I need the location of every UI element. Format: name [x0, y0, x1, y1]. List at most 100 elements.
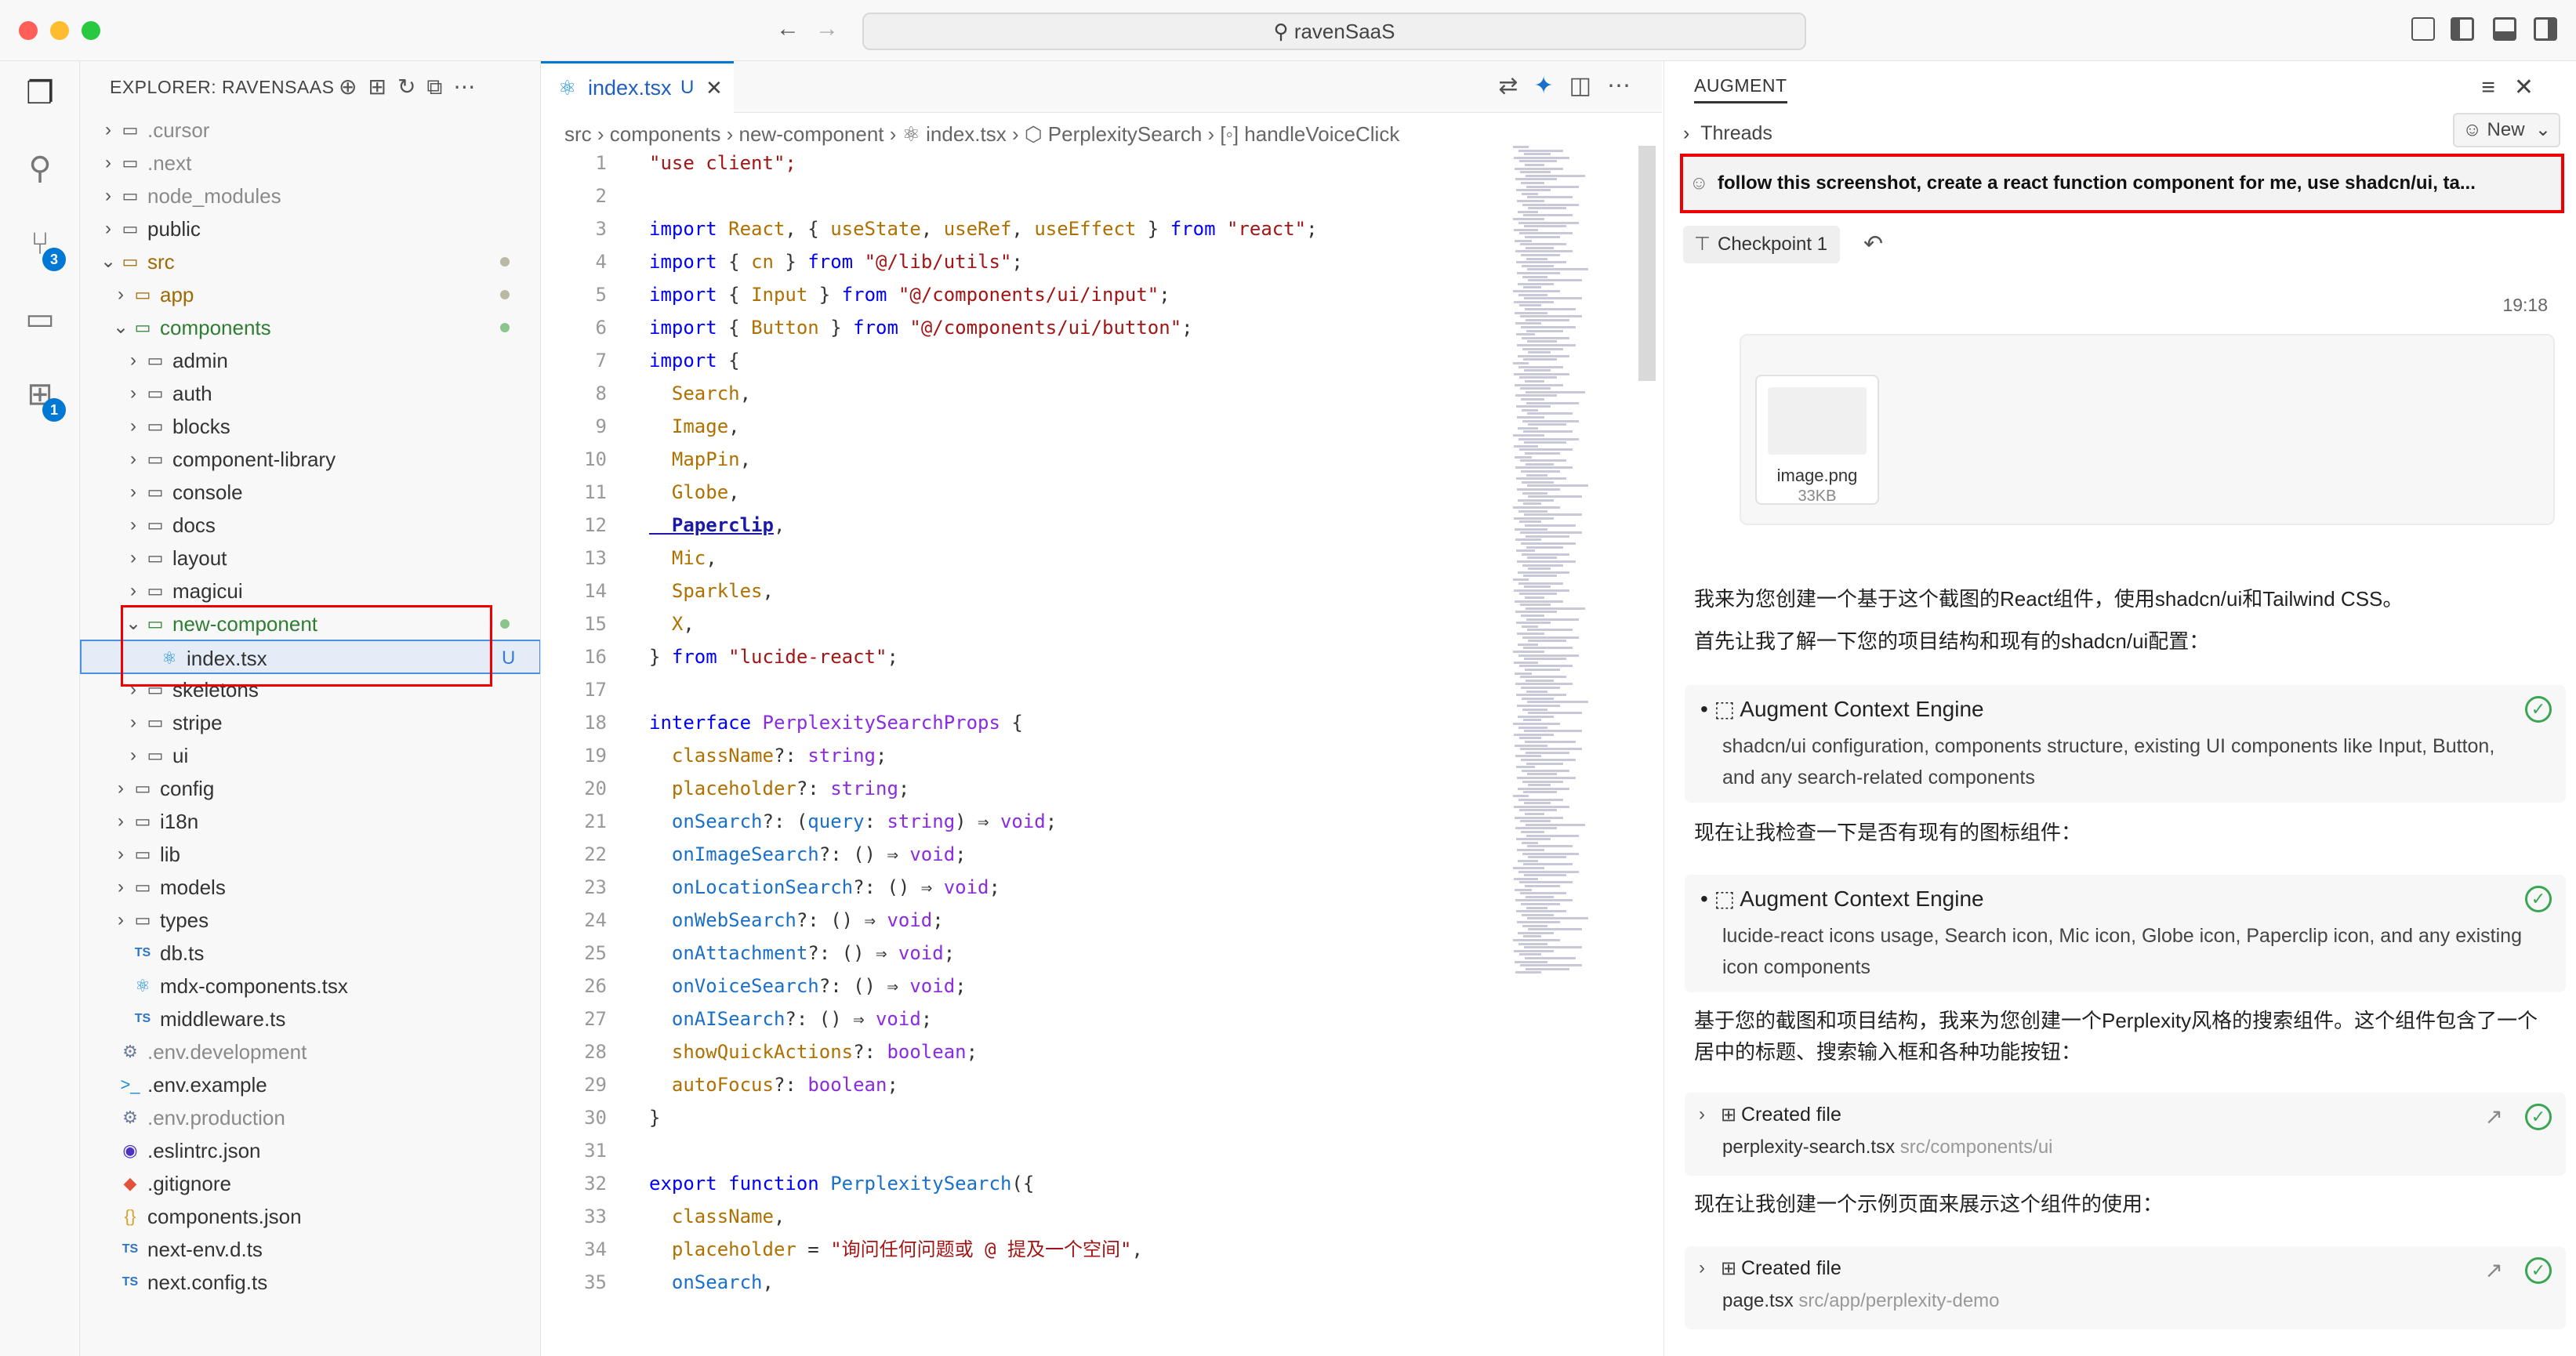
tree-item[interactable]: › ▭ stripe: [80, 705, 540, 740]
toggle-panel-icon[interactable]: [2493, 17, 2516, 41]
chevron-right-icon[interactable]: ›: [113, 870, 129, 905]
compare-icon[interactable]: ⇄: [1498, 73, 1533, 99]
created-file-name[interactable]: page.tsx src/app/perplexity-demo: [1722, 1290, 2000, 1312]
back-arrow-icon[interactable]: ←: [776, 16, 800, 42]
search-icon[interactable]: ⚲: [20, 149, 60, 188]
chevron-down-icon[interactable]: ⌄: [125, 607, 141, 641]
tree-item[interactable]: >_ .env.example: [80, 1068, 540, 1102]
tree-item[interactable]: TS db.ts: [80, 936, 540, 970]
tree-item[interactable]: ⌄ ▭ new-component: [80, 607, 540, 641]
forward-arrow-icon[interactable]: →: [815, 16, 839, 42]
chevron-right-icon[interactable]: ›: [125, 343, 141, 378]
tree-item[interactable]: › ▭ models: [80, 870, 540, 905]
chevron-right-icon[interactable]: ›: [100, 113, 116, 147]
chevron-right-icon[interactable]: ›: [125, 475, 141, 509]
more-icon[interactable]: ⋯: [453, 74, 486, 99]
close-icon[interactable]: ✕: [2514, 74, 2552, 100]
tree-item[interactable]: ◉ .eslintrc.json: [80, 1133, 540, 1168]
chevron-right-icon[interactable]: ›: [113, 837, 129, 872]
chevron-right-icon[interactable]: ›: [125, 409, 141, 444]
tree-item[interactable]: › ▭ i18n: [80, 804, 540, 839]
chevron-right-icon[interactable]: ›: [125, 705, 141, 740]
tree-item[interactable]: ⚛ mdx-components.tsx: [80, 969, 540, 1003]
tree-item[interactable]: › ▭ console: [80, 475, 540, 509]
chevron-right-icon[interactable]: ›: [1699, 1104, 1705, 1126]
new-thread-button[interactable]: ☺ New ⌄: [2453, 113, 2560, 147]
tree-item[interactable]: › ▭ .next: [80, 146, 540, 180]
tree-item[interactable]: ◆ .gitignore: [80, 1166, 540, 1201]
tree-item[interactable]: TS next-env.d.ts: [80, 1232, 540, 1267]
chevron-right-icon[interactable]: ›: [125, 442, 141, 477]
tree-item[interactable]: › ▭ docs: [80, 508, 540, 542]
chevron-right-icon[interactable]: ›: [125, 541, 141, 575]
tree-item[interactable]: › ▭ .cursor: [80, 113, 540, 147]
chevron-right-icon[interactable]: ›: [113, 277, 129, 312]
layout-icon[interactable]: [2411, 17, 2435, 41]
chevron-down-icon[interactable]: ⌄: [113, 310, 129, 345]
chevron-down-icon[interactable]: ⌄: [2525, 119, 2551, 140]
chevron-right-icon[interactable]: ›: [113, 903, 129, 937]
toggle-sidebar-icon[interactable]: [2451, 17, 2474, 41]
toggle-secondary-sidebar-icon[interactable]: [2534, 17, 2557, 41]
chevron-right-icon[interactable]: ›: [125, 376, 141, 411]
collapse-all-icon[interactable]: ⧉: [426, 74, 453, 99]
tree-item[interactable]: TS next.config.ts: [80, 1265, 540, 1300]
chevron-down-icon[interactable]: ⌄: [100, 245, 116, 279]
augment-icon[interactable]: ✦: [1534, 73, 1569, 99]
chevron-right-icon[interactable]: ›: [100, 146, 116, 180]
checkpoint-button[interactable]: ⊤ Checkpoint 1: [1683, 226, 1841, 263]
chevron-right-icon[interactable]: ›: [125, 508, 141, 542]
chevron-right-icon[interactable]: ›: [1699, 1257, 1705, 1279]
tree-item[interactable]: › ▭ lib: [80, 837, 540, 872]
more-icon[interactable]: ⋯: [1607, 73, 1646, 99]
new-file-icon[interactable]: ⊕: [339, 74, 368, 99]
chevron-right-icon[interactable]: ›: [125, 738, 141, 773]
minimap[interactable]: [1513, 146, 1638, 1008]
close-window-button[interactable]: [19, 21, 38, 40]
tree-item[interactable]: ⚙ .env.production: [80, 1100, 540, 1135]
close-icon[interactable]: ✕: [706, 63, 723, 112]
tool-call-card[interactable]: • ⬚ Augment Context Engine shadcn/ui con…: [1685, 685, 2566, 803]
tool-call-card[interactable]: • ⬚ Augment Context Engine lucide-react …: [1685, 875, 2566, 992]
tree-item[interactable]: › ▭ auth: [80, 376, 540, 411]
tree-item[interactable]: › ▭ magicui: [80, 574, 540, 608]
minimize-window-button[interactable]: [50, 21, 69, 40]
tree-item[interactable]: ⚙ .env.development: [80, 1035, 540, 1069]
created-file-card[interactable]: › ⊞ Created file perplexity-search.tsx s…: [1685, 1093, 2566, 1176]
chevron-right-icon[interactable]: ›: [113, 804, 129, 839]
new-folder-icon[interactable]: ⊞: [368, 74, 397, 99]
chevron-right-icon[interactable]: ›: [125, 673, 141, 707]
tree-item[interactable]: {} components.json: [80, 1199, 540, 1234]
created-file-name[interactable]: perplexity-search.tsx src/components/ui: [1722, 1137, 2053, 1158]
chevron-right-icon[interactable]: ›: [125, 574, 141, 608]
tree-item[interactable]: › ▭ node_modules: [80, 179, 540, 213]
tree-item[interactable]: TS middleware.ts: [80, 1002, 540, 1036]
explorer-icon[interactable]: ❐: [20, 74, 60, 113]
created-file-card[interactable]: › ⊞ Created file page.tsx src/app/perple…: [1685, 1246, 2566, 1329]
command-center-search[interactable]: ⚲ ravenSaaS: [862, 13, 1806, 50]
threads-toggle[interactable]: › Threads: [1683, 118, 1772, 149]
tab-index-tsx[interactable]: ⚛ index.tsx U ✕: [541, 61, 734, 113]
undo-icon[interactable]: ↶: [1863, 226, 1883, 263]
menu-icon[interactable]: ≡: [2481, 74, 2514, 100]
maximize-window-button[interactable]: [82, 21, 100, 40]
tree-item[interactable]: › ▭ config: [80, 771, 540, 806]
editor-scrollbar[interactable]: [1638, 146, 1656, 381]
tree-item[interactable]: › ▭ app: [80, 277, 540, 312]
tree-item[interactable]: › ▭ component-library: [80, 442, 540, 477]
tree-item[interactable]: › ▭ blocks: [80, 409, 540, 444]
chevron-right-icon[interactable]: ›: [100, 179, 116, 213]
tree-item[interactable]: ⌄ ▭ components: [80, 310, 540, 345]
tree-item[interactable]: › ▭ layout: [80, 541, 540, 575]
tree-item[interactable]: › ▭ admin: [80, 343, 540, 378]
open-external-icon[interactable]: ↗: [2485, 1104, 2503, 1129]
chevron-right-icon[interactable]: ›: [100, 212, 116, 246]
tree-item[interactable]: ⌄ ▭ src: [80, 245, 540, 279]
image-attachment[interactable]: image.png 33KB: [1755, 375, 1879, 505]
tree-item[interactable]: ⚛ index.tsx U: [80, 640, 540, 674]
tree-item[interactable]: › ▭ types: [80, 903, 540, 937]
refresh-icon[interactable]: ↻: [397, 74, 426, 99]
tree-item[interactable]: › ▭ skeletons: [80, 673, 540, 707]
chevron-right-icon[interactable]: ›: [113, 771, 129, 806]
tree-item[interactable]: › ▭ public: [80, 212, 540, 246]
